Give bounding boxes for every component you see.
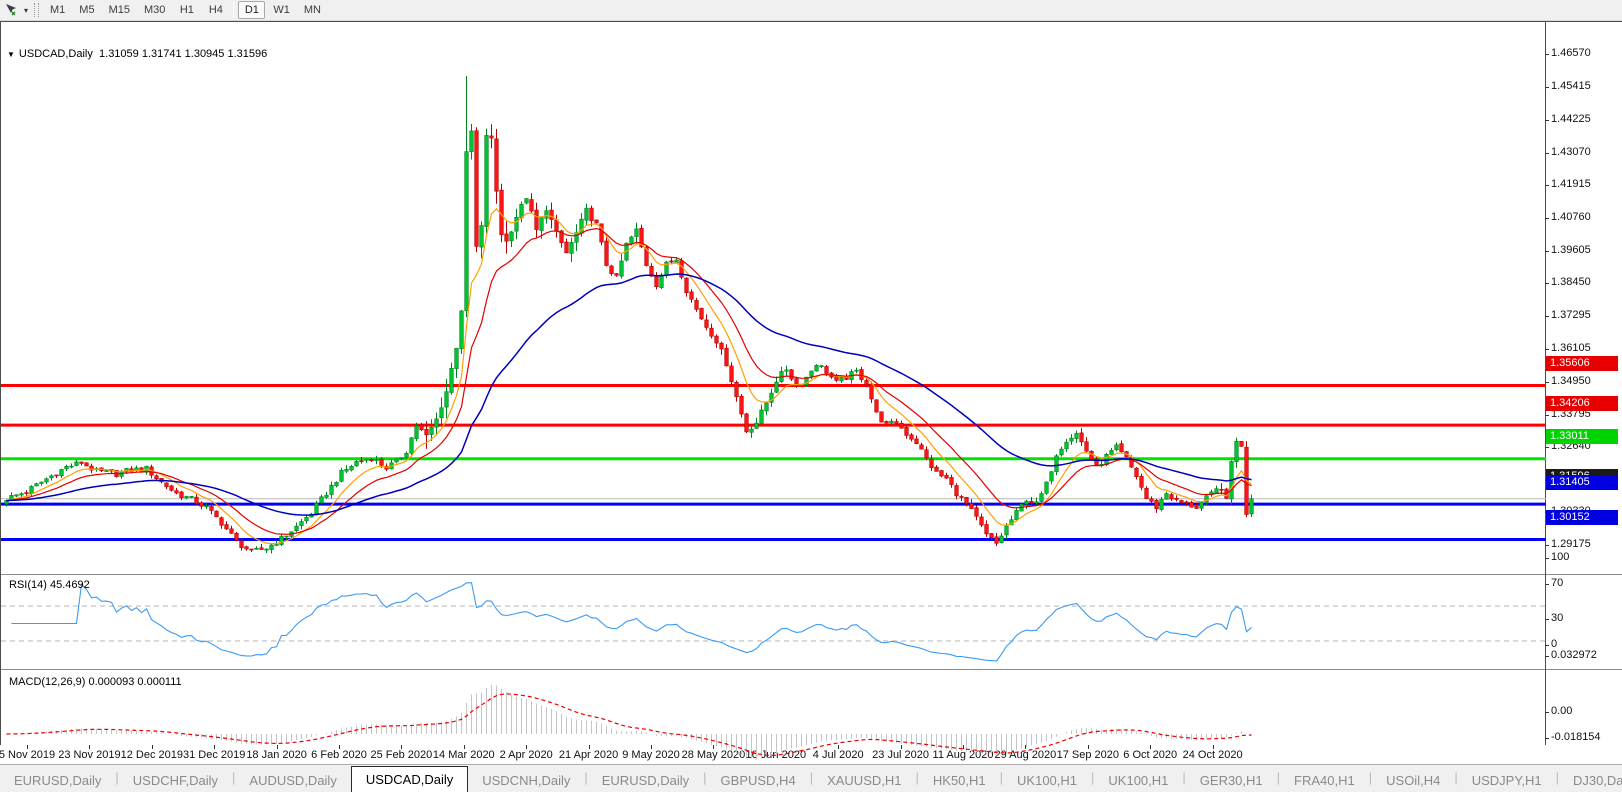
timeframe-toolbar: ▾ M1M5M15M30H1H4 D1W1MN bbox=[0, 0, 1622, 21]
chart-title: ▼ USDCAD,Daily 1.31059 1.31741 1.30945 1.… bbox=[7, 48, 267, 60]
rsi-indicator-label: RSI(14) 45.4692 bbox=[9, 579, 90, 591]
rsi-pane[interactable] bbox=[1, 576, 1546, 669]
chart-tab-dj30-15[interactable]: DJ30,Daily bbox=[1559, 768, 1622, 792]
chart-tab-eurusd-5[interactable]: EURUSD,Daily bbox=[588, 768, 703, 792]
price-axis-tick-label: 1.36105 bbox=[1551, 342, 1591, 354]
timeframe-button-m30[interactable]: M30 bbox=[138, 1, 171, 19]
chart-tab-hk50-8[interactable]: HK50,H1 bbox=[919, 768, 1000, 792]
price-axis-badge-1.31405: 1.31405 bbox=[1546, 475, 1618, 490]
chart-tab-usdjpy-14[interactable]: USDJPY,H1 bbox=[1458, 768, 1556, 792]
axis-tick-mark bbox=[1545, 415, 1549, 416]
timeframe-button-d1[interactable]: D1 bbox=[238, 1, 265, 19]
rsi-axis-tick-label: 100 bbox=[1551, 551, 1569, 563]
timeframe-button-m1[interactable]: M1 bbox=[44, 1, 71, 19]
timeframe-button-h1[interactable]: H1 bbox=[173, 1, 200, 19]
axis-tick-mark bbox=[1545, 120, 1549, 121]
price-axis-badge-1.30152: 1.30152 bbox=[1546, 510, 1618, 525]
chevron-down-icon[interactable]: ▾ bbox=[20, 6, 32, 15]
chart-tab-usdchf-1[interactable]: USDCHF,Daily bbox=[119, 768, 232, 792]
price-axis-badge-1.34206: 1.34206 bbox=[1546, 396, 1618, 411]
rsi-axis-tick-label: 70 bbox=[1551, 577, 1563, 589]
timeframe-button-w1[interactable]: W1 bbox=[267, 1, 296, 19]
price-axis-tick-label: 1.43070 bbox=[1551, 146, 1591, 158]
chart-tab-uk100-10[interactable]: UK100,H1 bbox=[1094, 768, 1182, 792]
axis-tick-mark bbox=[1545, 447, 1549, 448]
axis-tick-mark bbox=[1545, 349, 1549, 350]
timeframe-button-m5[interactable]: M5 bbox=[73, 1, 100, 19]
chart-tab-gbpusd-6[interactable]: GBPUSD,H4 bbox=[707, 768, 810, 792]
axis-tick-mark bbox=[1545, 738, 1549, 739]
macd-axis-tick-label: -0.018154 bbox=[1551, 731, 1601, 743]
chart-tab-xauusd-7[interactable]: XAUUSD,H1 bbox=[813, 768, 915, 792]
timeframe-button-h4[interactable]: H4 bbox=[202, 1, 229, 19]
axis-tick-mark bbox=[1545, 558, 1549, 559]
macd-axis-tick-label: 0.032972 bbox=[1551, 649, 1597, 661]
axis-tick-mark bbox=[1545, 251, 1549, 252]
chart-tab-uk100-9[interactable]: UK100,H1 bbox=[1003, 768, 1091, 792]
macd-pane[interactable] bbox=[1, 671, 1546, 766]
price-chart-pane[interactable] bbox=[1, 44, 1546, 574]
chart-tab-audusd-2[interactable]: AUDUSD,Daily bbox=[235, 768, 350, 792]
chart-tab-fra40-12[interactable]: FRA40,H1 bbox=[1280, 768, 1369, 792]
axis-tick-mark bbox=[1545, 87, 1549, 88]
price-axis-tick-label: 1.29175 bbox=[1551, 538, 1591, 550]
axis-tick-mark bbox=[1545, 283, 1549, 284]
macd-indicator-label: MACD(12,26,9) 0.000093 0.000111 bbox=[9, 676, 182, 688]
chart-tab-eurusd-0[interactable]: EURUSD,Daily bbox=[0, 768, 115, 792]
price-axis-tick-label: 1.46570 bbox=[1551, 47, 1591, 59]
price-axis-tick-label: 1.45415 bbox=[1551, 80, 1591, 92]
chart-window[interactable]: ▼ USDCAD,Daily 1.31059 1.31741 1.30945 1.… bbox=[0, 21, 1622, 745]
chart-tab-ger30-11[interactable]: GER30,H1 bbox=[1186, 768, 1277, 792]
axis-tick-mark bbox=[1545, 218, 1549, 219]
cursor-tool-icon[interactable] bbox=[2, 2, 20, 18]
macd-axis-tick-label: 0.00 bbox=[1551, 705, 1572, 717]
axis-tick-mark bbox=[1545, 382, 1549, 383]
axis-tick-mark bbox=[1545, 153, 1549, 154]
axis-tick-mark bbox=[1545, 712, 1549, 713]
chart-tab-usdcnh-4[interactable]: USDCNH,Daily bbox=[468, 768, 584, 792]
price-axis-tick-label: 1.40760 bbox=[1551, 211, 1591, 223]
axis-tick-mark bbox=[1545, 584, 1549, 585]
price-axis-tick-label: 1.34950 bbox=[1551, 375, 1591, 387]
price-axis-tick-label: 1.41915 bbox=[1551, 178, 1591, 190]
mt4-application-window: ▾ M1M5M15M30H1H4 D1W1MN ▼ USDCAD,Daily 1.3… bbox=[0, 0, 1622, 792]
price-axis-tick-label: 1.38450 bbox=[1551, 276, 1591, 288]
chart-ohlc-values: 1.31059 1.31741 1.30945 1.31596 bbox=[99, 48, 267, 60]
chart-tab-usdcad-3[interactable]: USDCAD,Daily bbox=[351, 766, 468, 792]
price-axis-tick-label: 1.39605 bbox=[1551, 244, 1591, 256]
rsi-axis-tick-label: 30 bbox=[1551, 612, 1563, 624]
chart-symbol-label: USDCAD,Daily bbox=[19, 48, 93, 60]
timeframe-button-m15[interactable]: M15 bbox=[103, 1, 136, 19]
axis-tick-mark bbox=[1545, 185, 1549, 186]
axis-tick-mark bbox=[1545, 54, 1549, 55]
chart-tab-usoil-13[interactable]: USOil,H4 bbox=[1372, 768, 1454, 792]
axis-tick-mark bbox=[1545, 545, 1549, 546]
price-axis-badge-1.35606: 1.35606 bbox=[1546, 356, 1618, 371]
price-axis-tick-label: 1.44225 bbox=[1551, 113, 1591, 125]
axis-tick-mark bbox=[1545, 619, 1549, 620]
axis-tick-mark bbox=[1545, 316, 1549, 317]
toolbar-grip-handle[interactable] bbox=[34, 3, 39, 17]
axis-tick-mark bbox=[1545, 656, 1549, 657]
chart-tab-bar: EURUSD,Daily|USDCHF,Daily|AUDUSD,DailyUS… bbox=[0, 764, 1622, 792]
collapse-triangle-icon[interactable]: ▼ bbox=[7, 50, 15, 59]
price-axis-tick-label: 1.37295 bbox=[1551, 309, 1591, 321]
axis-tick-mark bbox=[1545, 645, 1549, 646]
price-axis-badge-1.33011: 1.33011 bbox=[1546, 429, 1618, 444]
toolbar-separator bbox=[233, 2, 234, 18]
timeframe-button-mn[interactable]: MN bbox=[298, 1, 327, 19]
